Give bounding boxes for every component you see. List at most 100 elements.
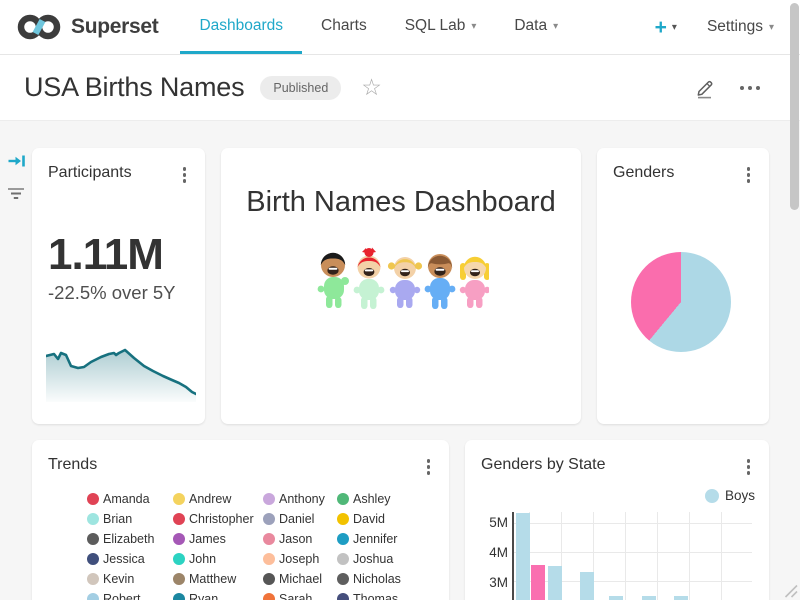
legend-label: Joshua [353,552,393,566]
card-trends: Trends Amanda AndrewAnthonyAshley Brian Chr… [32,440,449,600]
legend-label: Michael [279,572,322,586]
vertical-scrollbar[interactable] [790,3,799,210]
plus-icon: + [655,17,667,38]
legend-label: Elizabeth [103,532,154,546]
card-participants: Participants 1.11M -22.5% over 5Y [32,148,205,424]
legend-label: Sarah [279,592,312,600]
legend-color-dot [263,533,275,545]
chart-kebab-menu[interactable] [178,164,192,186]
bar-boys [580,572,594,600]
legend-item[interactable]: Sarah [263,589,337,600]
legend-color-dot [87,593,99,600]
card-markdown: Birth Names Dashboard [221,148,581,424]
legend-label: Jennifer [353,532,397,546]
nav-item-charts[interactable]: Charts [302,0,386,54]
legend-item[interactable]: Daniel [263,509,337,529]
legend-item[interactable]: Brian [87,509,173,529]
legend-color-dot [173,493,185,505]
legend-item[interactable]: Christopher [173,509,263,529]
more-actions-button[interactable] [736,82,764,94]
new-item-button[interactable]: + ▾ [655,17,677,38]
dashboard-grid: Participants 1.11M -22.5% over 5Y Birth … [0,121,800,600]
dashboard-header: USA Births Names Published ☆ [0,55,800,121]
y-axis-tick-label: 3M [489,575,508,590]
legend-item[interactable]: Ashley [337,489,437,509]
chevron-down-icon: ▾ [471,22,476,32]
legend-item[interactable]: John [173,549,263,569]
chevron-down-icon: ▾ [672,23,677,33]
filter-icon[interactable] [6,183,26,203]
legend-item[interactable]: David [337,509,437,529]
legend-color-dot [705,489,719,503]
legend-color-dot [263,513,275,525]
chart-kebab-menu[interactable] [742,164,756,186]
legend-color-dot [337,573,349,585]
favorite-star-icon[interactable]: ☆ [361,76,382,99]
chart-title: Genders [613,164,674,182]
legend-label: Ryan [189,592,218,600]
edit-pencil-button[interactable] [694,77,716,99]
legend-label: Brian [103,512,132,526]
expand-filter-bar-button[interactable] [6,151,26,171]
genders-pie [631,252,731,352]
legend-color-dot [173,533,185,545]
legend-label: John [189,552,216,566]
bar-boys [609,596,623,600]
chart-title: Participants [48,164,132,182]
filter-bar-collapsed [6,151,26,203]
legend-item[interactable]: Amanda [87,489,173,509]
legend-item[interactable]: Joshua [337,549,437,569]
legend-item[interactable]: Jason [263,529,337,549]
legend-item[interactable]: Ryan [173,589,263,600]
chart-kebab-menu[interactable] [422,456,436,478]
markdown-heading: Birth Names Dashboard [221,186,581,219]
nav-item-dashboards[interactable]: Dashboards [180,0,302,54]
legend-item[interactable]: Joseph [263,549,337,569]
legend-item[interactable]: James [173,529,263,549]
nav-right-cluster: + ▾ Settings ▾ [655,0,800,54]
legend-item[interactable]: Robert [87,589,173,600]
legend-label: James [189,532,226,546]
legend-color-dot [173,553,185,565]
legend-label: Robert [103,592,141,600]
nav-item-data[interactable]: Data ▾ [495,0,577,54]
top-navbar: Superset Dashboards Charts SQL Lab ▾ Dat… [0,0,800,55]
legend-item[interactable]: Jessica [87,549,173,569]
legend-color-dot [87,573,99,585]
legend-item[interactable]: Matthew [173,569,263,589]
legend-color-dot [87,513,99,525]
legend-item[interactable]: Michael [263,569,337,589]
chart-title: Trends [48,456,97,474]
legend-color-dot [173,513,185,525]
participants-trendline-chart [46,336,196,402]
boys-legend-item[interactable]: Boys [705,488,755,503]
legend-item[interactable]: Thomas [337,589,437,600]
legend-color-dot [337,553,349,565]
legend-label: Amanda [103,492,150,506]
legend-item[interactable]: Andrew [173,489,263,509]
legend-item[interactable]: Kevin [87,569,173,589]
legend-item[interactable]: Anthony [263,489,337,509]
superset-logo[interactable]: Superset [0,0,158,54]
legend-label: David [353,512,385,526]
legend-label: Thomas [353,592,398,600]
published-badge[interactable]: Published [260,76,341,100]
legend-color-dot [337,533,349,545]
resize-handle[interactable] [783,583,798,598]
superset-app: Superset Dashboards Charts SQL Lab ▾ Dat… [0,0,800,600]
arrow-right-to-bar-icon [7,152,26,170]
card-genders-by-state: Genders by State Boys 5M4M3M [465,440,769,600]
legend-item[interactable]: Elizabeth [87,529,173,549]
infinity-logo-icon [16,12,62,42]
legend-item[interactable]: Jennifer [337,529,437,549]
y-axis-tick-label: 5M [489,515,508,530]
legend-label: Daniel [279,512,314,526]
legend-color-dot [173,573,185,585]
legend-color-dot [263,553,275,565]
brand-text: Superset [71,15,158,39]
legend-item[interactable]: Nicholas [337,569,437,589]
nav-item-sql-lab[interactable]: SQL Lab ▾ [386,0,496,54]
settings-menu[interactable]: Settings ▾ [707,18,774,36]
chart-kebab-menu[interactable] [742,456,756,478]
bar-boys [548,566,562,600]
